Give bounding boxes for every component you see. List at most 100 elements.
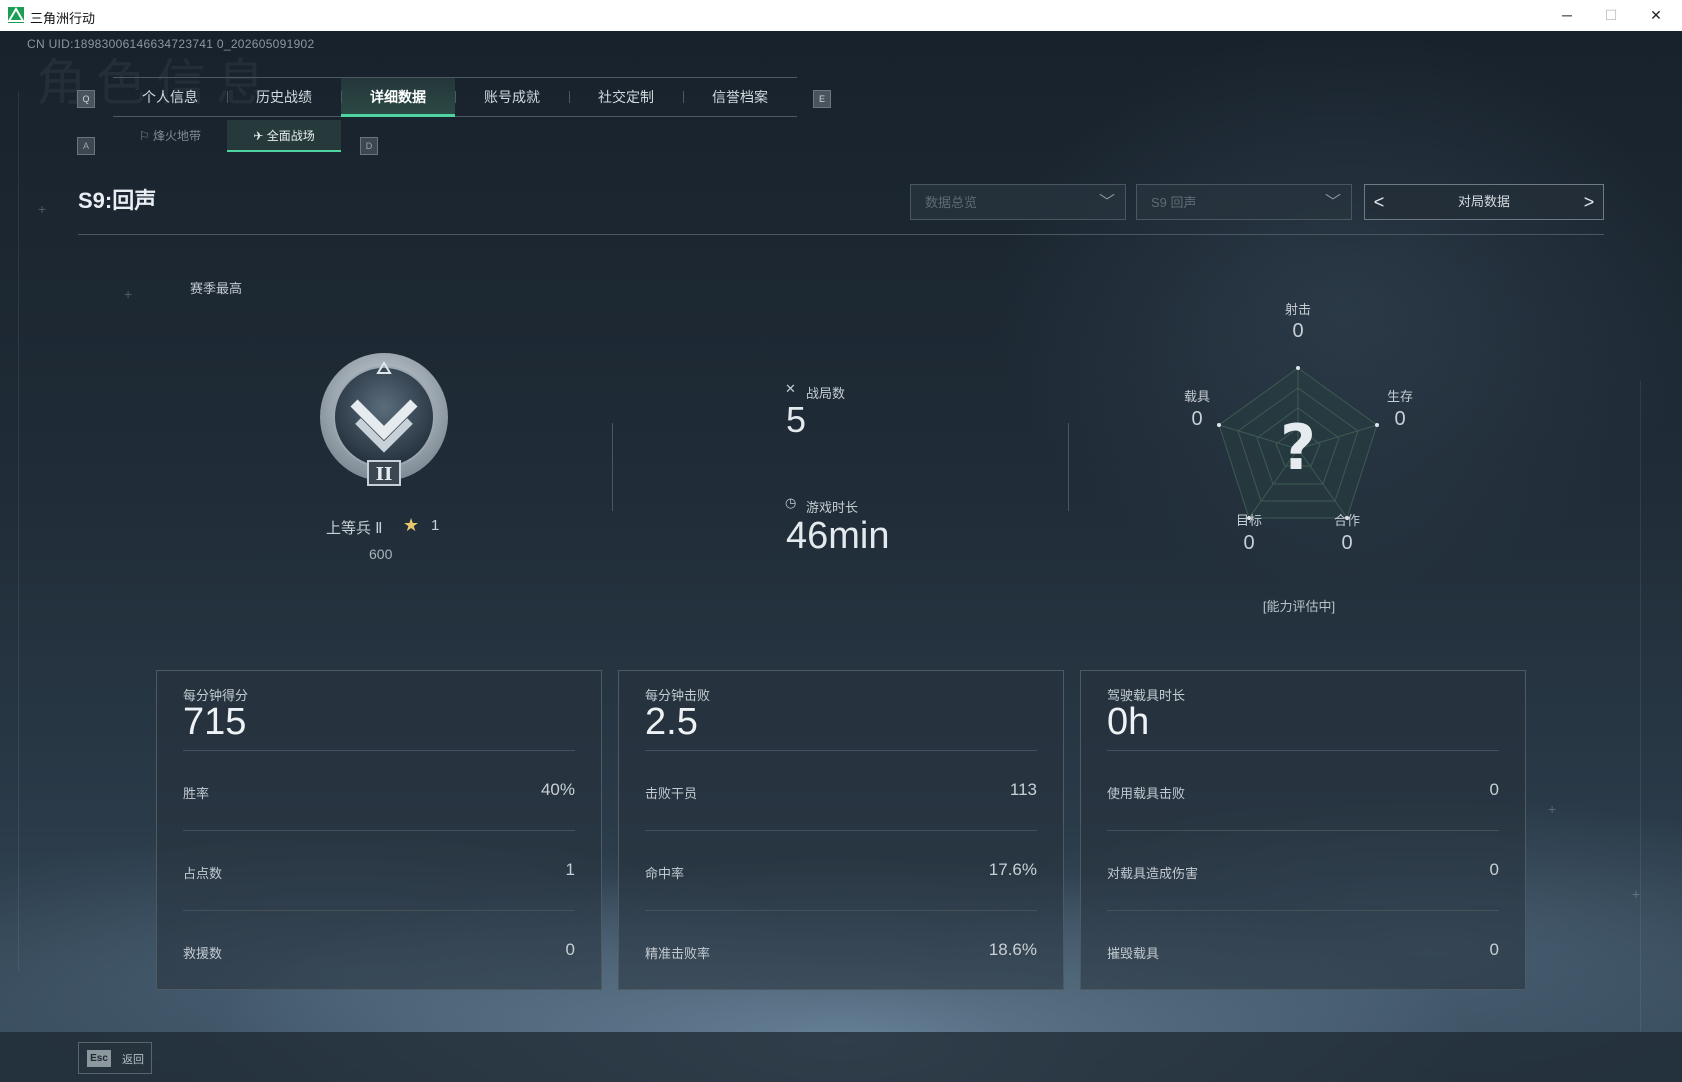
radar-unknown-mark: ? [1280, 411, 1316, 484]
radar-value-survival: 0 [1394, 408, 1406, 430]
minimize-button[interactable]: ─ [1547, 4, 1587, 26]
flag-icon: ⚐ [138, 129, 154, 143]
subtab-warfare[interactable]: ✈ 全面战场 [227, 120, 341, 152]
row-label: 精准击败率 [645, 946, 711, 961]
card-row: 精准击败率 18.6% [645, 910, 1037, 991]
pager-next-button[interactable]: > [1575, 185, 1603, 219]
dropdown-value: S9 回声 [1151, 195, 1197, 210]
crosshair-decoration: + [1632, 886, 1641, 902]
tab-achievements[interactable]: 账号成就 [455, 78, 569, 116]
card-row: 摧毁载具 0 [1107, 910, 1499, 991]
matches-label: 战局数 [806, 386, 846, 401]
row-value: 18.6% [988, 940, 1037, 959]
radar-label-shooting: 射击 [1284, 302, 1311, 317]
mode-tabs: ⚐ 烽火地带 ✈ 全面战场 [113, 120, 341, 152]
season-best-label: 赛季最高 [190, 281, 243, 296]
back-button[interactable]: Esc 返回 [78, 1042, 152, 1074]
radar-label-survival: 生存 [1386, 389, 1413, 404]
game-viewport: 角色信息 CN UID:18983006146634723741 0_20260… [0, 31, 1682, 1082]
overview-dropdown[interactable]: 数据总览 ﹀ [910, 184, 1126, 220]
row-label: 占点数 [183, 866, 223, 881]
card-row: 使用载具击败 0 [1107, 750, 1499, 831]
pager-label: 对局数据 [1457, 194, 1510, 209]
stat-card-score: 每分钟得分 715 胜率 40% 占点数 1 救援数 0 [156, 670, 602, 990]
tab-next-key[interactable]: E [813, 90, 831, 108]
tab-prev-key[interactable]: Q [77, 90, 95, 108]
subtab-prev-key[interactable]: A [77, 137, 95, 155]
card-value: 0h [1107, 701, 1150, 743]
tab-match-history[interactable]: 历史战绩 [227, 78, 341, 116]
row-value: 1 [565, 860, 575, 879]
rank-badge-icon: II [318, 351, 450, 491]
subtab-extraction[interactable]: ⚐ 烽火地带 [113, 120, 227, 152]
row-label: 胜率 [183, 786, 210, 801]
tab-credit-record[interactable]: 信誉档案 [683, 78, 797, 116]
data-type-pager: < 对局数据 > [1364, 184, 1604, 220]
row-label: 使用载具击败 [1107, 786, 1186, 801]
card-row: 对载具造成伤害 0 [1107, 830, 1499, 911]
card-row: 命中率 17.6% [645, 830, 1037, 911]
section-divider [1068, 423, 1069, 511]
player-uid: CN UID:18983006146634723741 0_2026050919… [27, 37, 315, 51]
star-icon: ★ [403, 515, 420, 535]
playtime-label: 游戏时长 [806, 500, 859, 515]
radar-value-teamwork: 0 [1341, 532, 1353, 554]
crosshair-decoration: + [38, 201, 47, 217]
window-title: 三角洲行动 [30, 11, 96, 26]
crossed-swords-icon: ✕ [785, 381, 796, 396]
back-label: 返回 [122, 1054, 144, 1066]
row-value: 113 [1009, 780, 1037, 799]
card-row: 占点数 1 [183, 830, 575, 911]
row-value: 0 [1489, 860, 1499, 879]
rank-name: 上等兵 Ⅱ [326, 520, 383, 537]
window-titlebar: 三角洲行动 ─ ☐ ✕ [0, 0, 1682, 32]
row-value: 0 [1489, 940, 1499, 959]
season-title: S9:回声 [78, 188, 157, 213]
main-tabs: 个人信息 历史战绩 详细数据 账号成就 社交定制 信誉档案 [113, 77, 797, 117]
tab-social-custom[interactable]: 社交定制 [569, 78, 683, 116]
radar-value-objective: 0 [1243, 532, 1255, 554]
app-logo-icon [8, 7, 24, 23]
season-dropdown[interactable]: S9 回声 ﹀ [1136, 184, 1352, 220]
row-value: 0 [1489, 780, 1499, 799]
stat-card-vehicle: 驾驶载具时长 0h 使用载具击败 0 对载具造成伤害 0 摧毁载具 0 [1080, 670, 1526, 990]
frame-line-left [18, 91, 19, 971]
card-row: 救援数 0 [183, 910, 575, 991]
playtime-value: 46min [786, 515, 890, 557]
subtab-label: 烽火地带 [153, 129, 202, 143]
row-value: 17.6% [988, 860, 1037, 879]
close-button[interactable]: ✕ [1636, 4, 1676, 26]
ability-radar-chart: ? [1180, 331, 1420, 571]
rank-stars: 1 [431, 517, 440, 534]
card-value: 2.5 [645, 701, 698, 743]
maximize-button[interactable]: ☐ [1591, 4, 1631, 26]
timer-icon: ◷ [785, 495, 797, 510]
card-value: 715 [183, 701, 247, 743]
dropdown-value: 数据总览 [925, 195, 978, 210]
row-label: 命中率 [645, 866, 685, 881]
pager-prev-button[interactable]: < [1365, 185, 1393, 219]
chevron-down-icon: ﹀ [1098, 194, 1115, 211]
row-label: 摧毁载具 [1107, 946, 1160, 961]
airstrike-icon: ✈ [253, 129, 267, 143]
row-value: 40% [540, 780, 575, 799]
chevron-down-icon: ﹀ [1324, 194, 1341, 211]
radar-label-objective: 目标 [1235, 513, 1262, 528]
badge-numeral: II [376, 464, 393, 485]
card-row: 击败干员 113 [645, 750, 1037, 831]
footer-bar: Esc 返回 [0, 1032, 1682, 1082]
tab-personal-info[interactable]: 个人信息 [113, 78, 227, 116]
crosshair-decoration: + [1548, 801, 1557, 817]
rank-points: 600 [369, 546, 393, 562]
radar-label-vehicle: 载具 [1183, 389, 1210, 404]
crosshair-decoration: + [124, 286, 133, 302]
card-row: 胜率 40% [183, 750, 575, 831]
esc-key-hint: Esc [87, 1050, 111, 1067]
radar-label-teamwork: 合作 [1333, 513, 1360, 528]
radar-value-shooting: 0 [1292, 320, 1304, 342]
ability-status: [能力评估中] [1262, 599, 1336, 614]
tab-detailed-data[interactable]: 详细数据 [341, 78, 455, 117]
radar-value-vehicle: 0 [1191, 408, 1203, 430]
subtab-next-key[interactable]: D [360, 137, 378, 155]
section-divider [612, 423, 613, 511]
